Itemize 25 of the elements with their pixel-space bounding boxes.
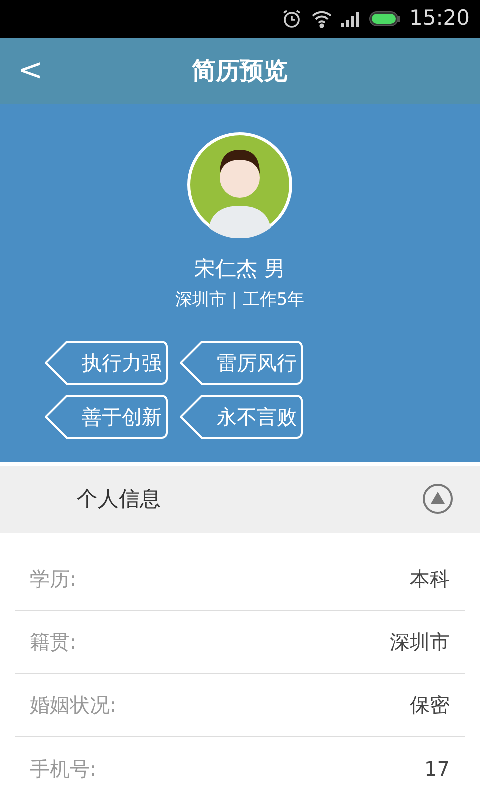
field-value: 本科 <box>410 566 450 593</box>
field-label: 手机号: <box>30 756 97 782</box>
field-label: 籍贯: <box>30 629 77 656</box>
section-header[interactable]: 个人信息 <box>0 466 480 533</box>
field-label: 婚姻状况: <box>30 692 117 719</box>
field-label: 学历: <box>30 566 77 593</box>
alarm-icon <box>281 8 304 29</box>
field-value: 保密 <box>410 692 450 719</box>
status-time: 15:20 <box>409 5 470 32</box>
collapse-icon[interactable] <box>422 483 454 516</box>
tag: 执行力强 <box>45 341 168 386</box>
tag: 永不言败 <box>180 395 303 440</box>
user-name: 宋仁杰 男 <box>194 256 286 284</box>
tag: 善于创新 <box>45 395 168 440</box>
wifi-icon <box>311 10 334 28</box>
signal-icon <box>341 10 362 27</box>
field-value: 深圳市 <box>390 629 450 656</box>
section-title: 个人信息 <box>77 486 161 513</box>
page-title: 简历预览 <box>192 56 288 87</box>
tag: 雷厉风行 <box>180 341 303 386</box>
avatar-icon <box>187 132 293 238</box>
battery-icon <box>369 10 402 27</box>
user-subtitle: 深圳市 | 工作5年 <box>175 288 305 312</box>
back-button[interactable]: < <box>14 48 48 94</box>
field-value: 17 <box>424 756 450 782</box>
